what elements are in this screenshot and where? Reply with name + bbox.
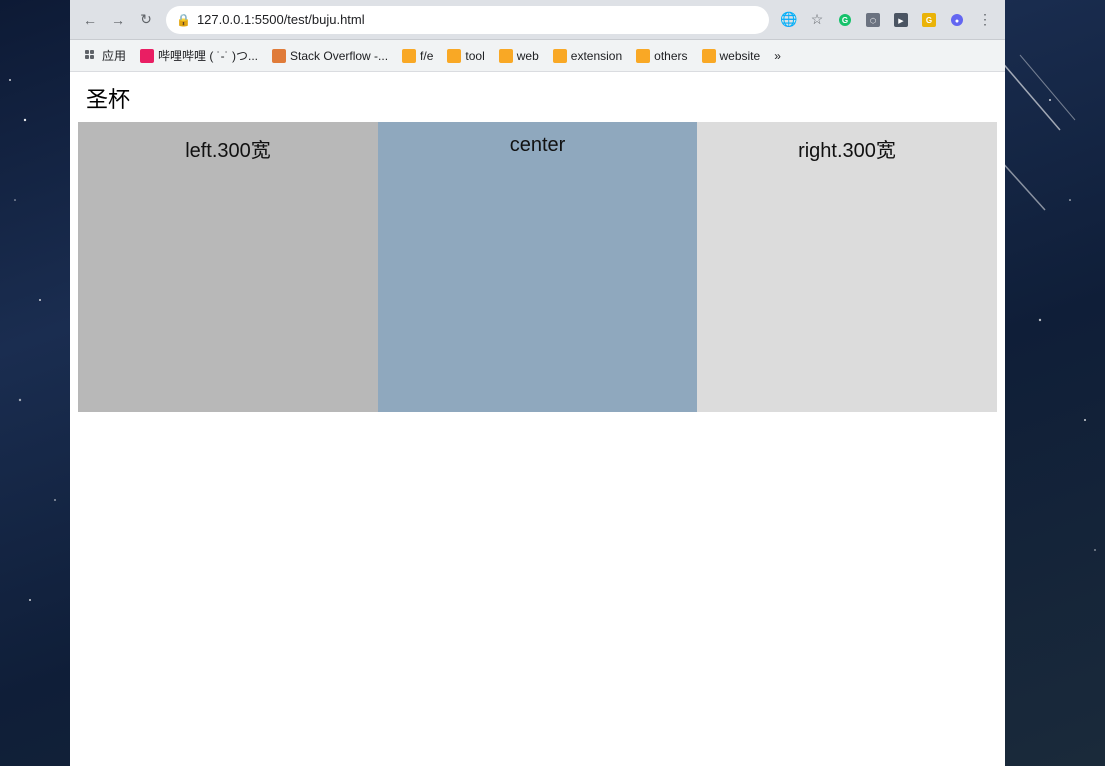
center-column: center	[378, 122, 697, 412]
bookmark-tool-label: tool	[465, 49, 484, 63]
fe-icon	[402, 49, 416, 63]
bookmark-tool[interactable]: tool	[441, 44, 490, 68]
browser-icons: 🌐 ☆ G ⬡ ▶ G ● ⋮	[777, 8, 997, 32]
more-icon: »	[774, 49, 781, 63]
browser-window: ← → ↻ 🔒 127.0.0.1:5500/test/buju.html 🌐 …	[70, 0, 1005, 766]
bookmark-website[interactable]: website	[696, 44, 767, 68]
left-column-label: left.300宽	[185, 134, 271, 163]
extension-icon	[553, 49, 567, 63]
menu-icon[interactable]: ⋮	[973, 8, 997, 32]
bookmark-bilibili[interactable]: 哔哩哔哩 ( ˙-˙ )つ...	[134, 44, 264, 68]
star-icon[interactable]: ☆	[805, 8, 829, 32]
svg-text:G: G	[842, 16, 848, 25]
bookmark-others[interactable]: others	[630, 44, 693, 68]
bookmark-apps-label: 应用	[102, 47, 126, 64]
ext-icon-3[interactable]: G	[917, 8, 941, 32]
url-text: 127.0.0.1:5500/test/buju.html	[197, 12, 365, 27]
bookmark-fe-label: f/e	[420, 49, 433, 63]
bookmark-more[interactable]: »	[768, 44, 787, 68]
bookmark-extension[interactable]: extension	[547, 44, 628, 68]
grammarly-icon[interactable]: G	[833, 8, 857, 32]
lock-icon: 🔒	[176, 13, 191, 27]
bookmark-extension-label: extension	[571, 49, 622, 63]
stackoverflow-icon	[272, 49, 286, 63]
others-icon	[636, 49, 650, 63]
translate-icon[interactable]: 🌐	[777, 8, 801, 32]
svg-text:▶: ▶	[898, 18, 904, 25]
right-column: right.300宽	[697, 122, 997, 412]
center-column-label: center	[510, 134, 566, 157]
website-icon	[702, 49, 716, 63]
svg-text:G: G	[926, 16, 932, 25]
page-content: 圣杯 left.300宽 center right.300宽	[70, 72, 1005, 766]
browser-topbar: ← → ↻ 🔒 127.0.0.1:5500/test/buju.html 🌐 …	[70, 0, 1005, 40]
holy-grail-layout: left.300宽 center right.300宽	[78, 122, 997, 412]
ext-icon-2[interactable]: ▶	[889, 8, 913, 32]
page-title: 圣杯	[70, 72, 1005, 122]
apps-icon	[84, 49, 98, 63]
bookmark-fe[interactable]: f/e	[396, 44, 439, 68]
left-column: left.300宽	[78, 122, 378, 412]
bookmark-bilibili-label: 哔哩哔哩 ( ˙-˙ )つ...	[158, 47, 258, 64]
tool-icon	[447, 49, 461, 63]
bookmark-website-label: website	[720, 49, 761, 63]
bilibili-icon	[140, 49, 154, 63]
bookmark-web[interactable]: web	[493, 44, 545, 68]
bookmark-stackoverflow-label: Stack Overflow -...	[290, 49, 388, 63]
svg-text:●: ●	[955, 18, 959, 25]
forward-button[interactable]: →	[106, 8, 130, 32]
svg-text:⬡: ⬡	[870, 17, 876, 25]
back-button[interactable]: ←	[78, 8, 102, 32]
bookmark-web-label: web	[517, 49, 539, 63]
bookmarks-bar: 应用 哔哩哔哩 ( ˙-˙ )つ... Stack Overflow -... …	[70, 40, 1005, 72]
web-icon	[499, 49, 513, 63]
ext-icon-1[interactable]: ⬡	[861, 8, 885, 32]
address-bar[interactable]: 🔒 127.0.0.1:5500/test/buju.html	[166, 6, 769, 34]
bookmark-others-label: others	[654, 49, 687, 63]
bookmark-stackoverflow[interactable]: Stack Overflow -...	[266, 44, 394, 68]
profile-icon[interactable]: ●	[945, 8, 969, 32]
reload-button[interactable]: ↻	[134, 8, 158, 32]
bookmark-apps[interactable]: 应用	[78, 44, 132, 68]
right-column-label: right.300宽	[798, 134, 896, 163]
